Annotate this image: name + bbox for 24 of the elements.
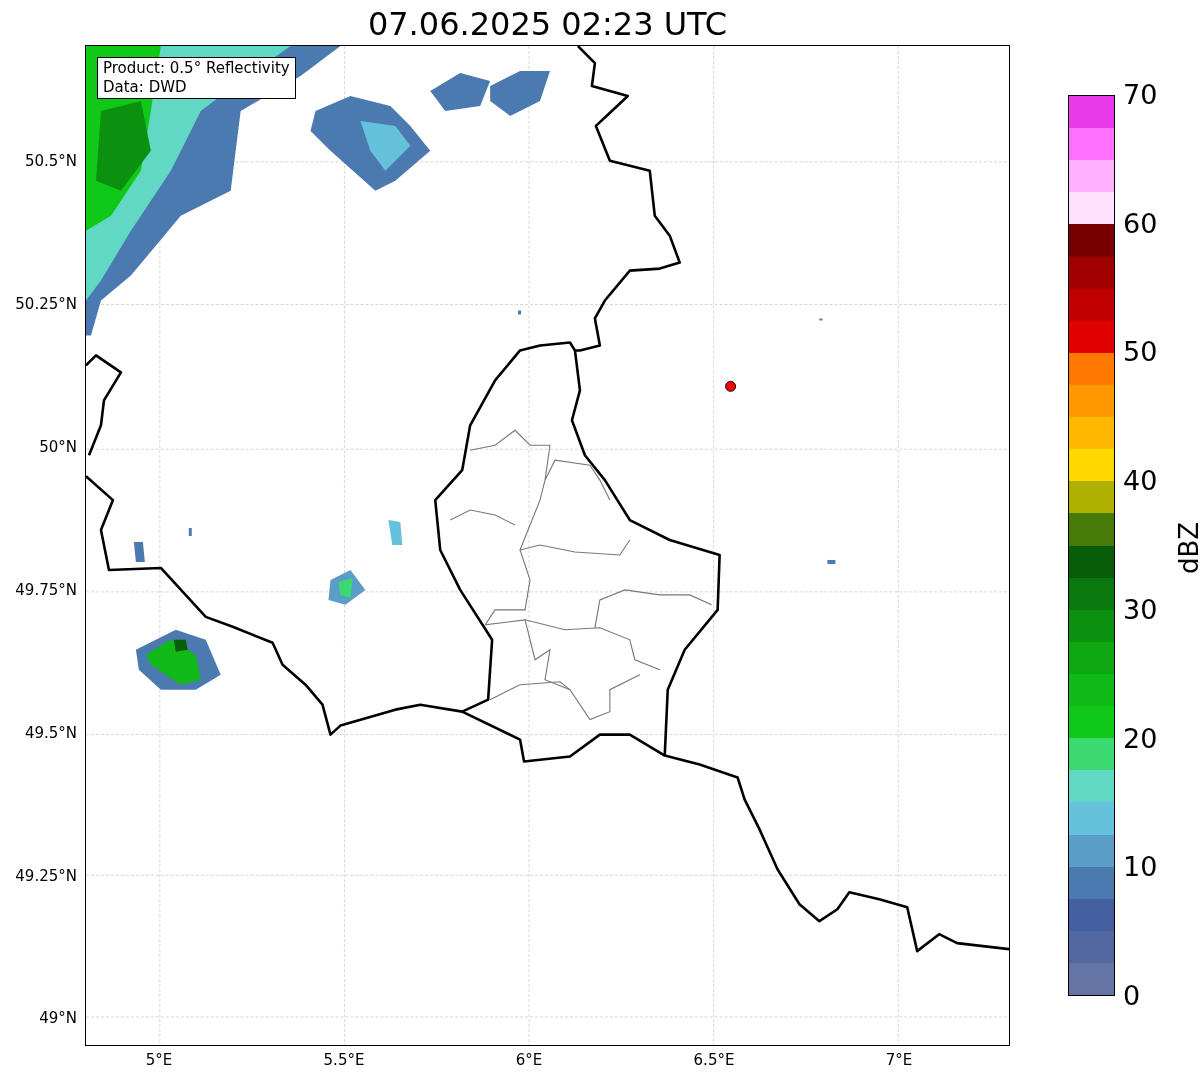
colorbar-tick-label: 70 xyxy=(1123,80,1158,110)
latitude-label: 49.75°N xyxy=(14,580,77,599)
colorbar-label: dBZ xyxy=(1174,521,1202,575)
longitude-label: 6.5°E xyxy=(692,1051,736,1069)
annotation-text: Data: DWD xyxy=(103,78,188,97)
colorbar-tick-label: 0 xyxy=(1123,981,1141,1011)
latitude-label: 50.5°N xyxy=(23,152,77,170)
latitude-label: 49.5°N xyxy=(23,723,77,742)
colorbar-tick-label: 30 xyxy=(1123,594,1158,625)
longitude-label: 6°E xyxy=(514,1051,544,1069)
longitude-label: 7°E xyxy=(884,1051,914,1069)
chart-title: 07.06.2025 02:23 UTC xyxy=(366,4,729,44)
latitude-label: 49.25°N xyxy=(14,866,77,885)
colorbar-tick-label: 60 xyxy=(1123,208,1158,239)
colorbar-tick-label: 10 xyxy=(1123,852,1158,883)
colorbar-tick-label: 40 xyxy=(1123,466,1158,497)
latitude-label: 49°N xyxy=(38,1009,77,1028)
longitude-label: 5.5°E xyxy=(322,1051,366,1069)
latitude-label: 50°N xyxy=(38,437,77,456)
latitude-label: 50.25°N xyxy=(14,294,77,313)
colorbar-tick-label: 50 xyxy=(1123,337,1158,368)
annotation-text: Product: 0.5° Reflectivity xyxy=(103,59,290,78)
colorbar-tick-label: 20 xyxy=(1123,723,1158,754)
longitude-label: 5°E xyxy=(144,1051,174,1069)
